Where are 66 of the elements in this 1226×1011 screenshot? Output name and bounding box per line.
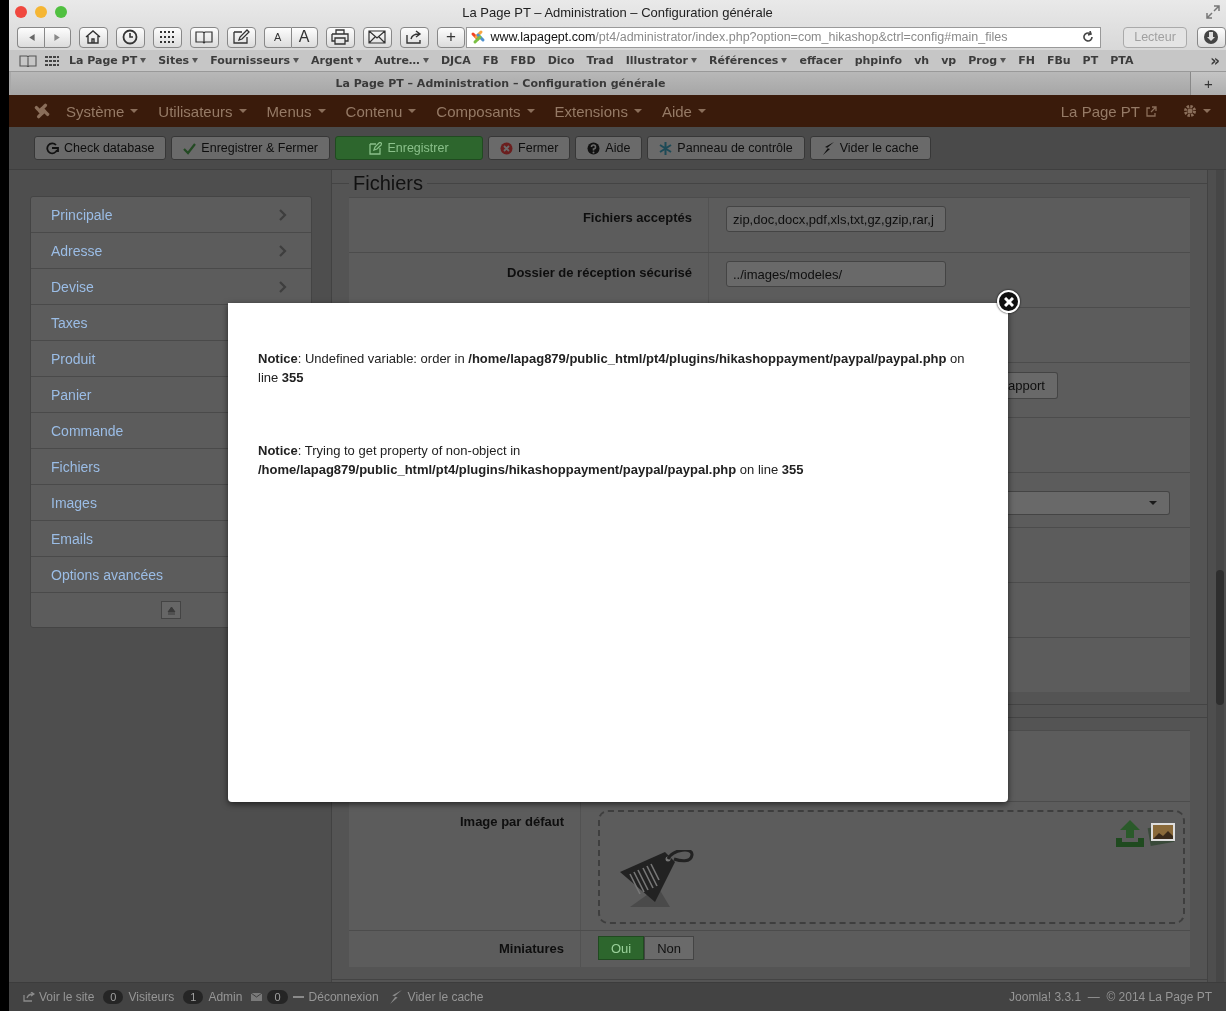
address-field[interactable]: www.lapagept.com/pt4/administrator/index.php?option=com_hikashop&ctrl=config#main_files: [466, 26, 1102, 48]
bookmark-item[interactable]: phpinfo: [852, 54, 905, 67]
clear-cache-link[interactable]: Vider le cache: [387, 990, 484, 1004]
bookmark-item[interactable]: Argent: [309, 54, 365, 67]
toolbar-button[interactable]: Fermer: [488, 136, 571, 160]
bookmark-item[interactable]: Autre…: [372, 54, 431, 67]
bookmark-item[interactable]: Trad: [584, 54, 616, 67]
bookmark-item[interactable]: effacer: [797, 54, 845, 67]
toolbar-button[interactable]: Enregistrer: [335, 136, 484, 160]
url-text: www.lapagept.com/pt4/administrator/index.php?option=com_hikashop&ctrl=config#main_files: [490, 30, 1009, 44]
logout-link[interactable]: Déconnexion: [308, 990, 379, 1004]
bookmark-item[interactable]: DJCA: [438, 54, 473, 67]
bookmark-item[interactable]: Prog: [966, 54, 1009, 67]
window-title: La Page PT – Administration – Configuration générale: [461, 4, 774, 20]
section-title: Fichiers: [352, 172, 424, 195]
sidebar-item[interactable]: Adresse: [31, 233, 311, 269]
reader-button[interactable]: Lecteur: [1123, 26, 1187, 48]
toggle-option[interactable]: Non: [644, 936, 695, 960]
toolbar-button[interactable]: Check database: [34, 136, 167, 160]
bookmark-item[interactable]: La Page PT: [67, 54, 149, 67]
bookmark-item[interactable]: Références: [707, 54, 790, 67]
admin-menu-item[interactable]: Système: [61, 102, 144, 120]
field-label: Fichiers acceptés: [582, 210, 692, 225]
bookmark-item[interactable]: FB: [480, 54, 501, 67]
toolbar-button[interactable]: Enregistrer & Fermer: [171, 136, 331, 160]
text-smaller-button[interactable]: A: [263, 26, 291, 48]
bookmark-item[interactable]: PT: [1080, 54, 1101, 67]
bookmark-item[interactable]: Sites: [156, 54, 201, 67]
site-link[interactable]: La Page PT: [1055, 102, 1162, 120]
bookmark-item[interactable]: Illustrator: [623, 54, 699, 67]
bookmark-item[interactable]: vp: [939, 54, 959, 67]
new-tab-button[interactable]: +: [1190, 72, 1226, 95]
sidebar-item[interactable]: Principale: [31, 197, 311, 233]
bookmark-item[interactable]: Dico: [545, 54, 577, 67]
toolbar-button[interactable]: Aide: [575, 136, 643, 160]
toolbar-button[interactable]: Panneau de contrôle: [647, 136, 805, 160]
visitors-label: Visiteurs: [128, 990, 175, 1004]
bookmark-item[interactable]: FBD: [508, 54, 538, 67]
bookmark-item[interactable]: PTA: [1108, 54, 1136, 67]
bookmark-item[interactable]: FH: [1016, 54, 1037, 67]
toggle-option[interactable]: Oui: [598, 936, 645, 960]
admin-menu-item[interactable]: Menus: [261, 102, 331, 120]
admin-menu-item[interactable]: Contenu: [340, 102, 422, 120]
text-field[interactable]: zip,doc,docx,pdf,xls,txt,gz,gzip,rar,j: [726, 206, 946, 232]
text-larger-button[interactable]: A: [290, 26, 318, 48]
count-badge: 0: [267, 990, 288, 1004]
toolbar-button[interactable]: Vider le cache: [809, 136, 931, 160]
bookmark-item[interactable]: vh: [912, 54, 932, 67]
text-field[interactable]: ../images/modeles/: [726, 261, 946, 287]
view-site-link[interactable]: Voir le site: [23, 990, 95, 1004]
admin-menu-item[interactable]: Composants: [431, 102, 540, 120]
admin-menu-item[interactable]: Extensions: [549, 102, 647, 120]
count-badge: 0: [103, 990, 124, 1004]
bookmark-item[interactable]: Fournisseurs: [208, 54, 301, 67]
admin-label: Admin: [208, 990, 243, 1004]
add-bookmark-button[interactable]: +: [436, 26, 466, 48]
report-button[interactable]: apport: [1008, 372, 1058, 399]
field-label: Miniatures: [499, 941, 564, 956]
admin-menu-item[interactable]: Aide: [656, 102, 711, 120]
field-label: Image par défaut: [459, 814, 564, 829]
admin-menu-item[interactable]: Utilisateurs: [153, 102, 252, 120]
bookmarks-overflow-button[interactable]: »: [1208, 51, 1222, 70]
field-label: Dossier de réception sécurisé: [507, 265, 692, 280]
credits-text: Joomla! 3.3.1 — © 2014 La Page PT: [1009, 990, 1212, 1004]
count-badge: 1: [183, 990, 204, 1004]
bookmark-item[interactable]: FBu: [1044, 54, 1073, 67]
